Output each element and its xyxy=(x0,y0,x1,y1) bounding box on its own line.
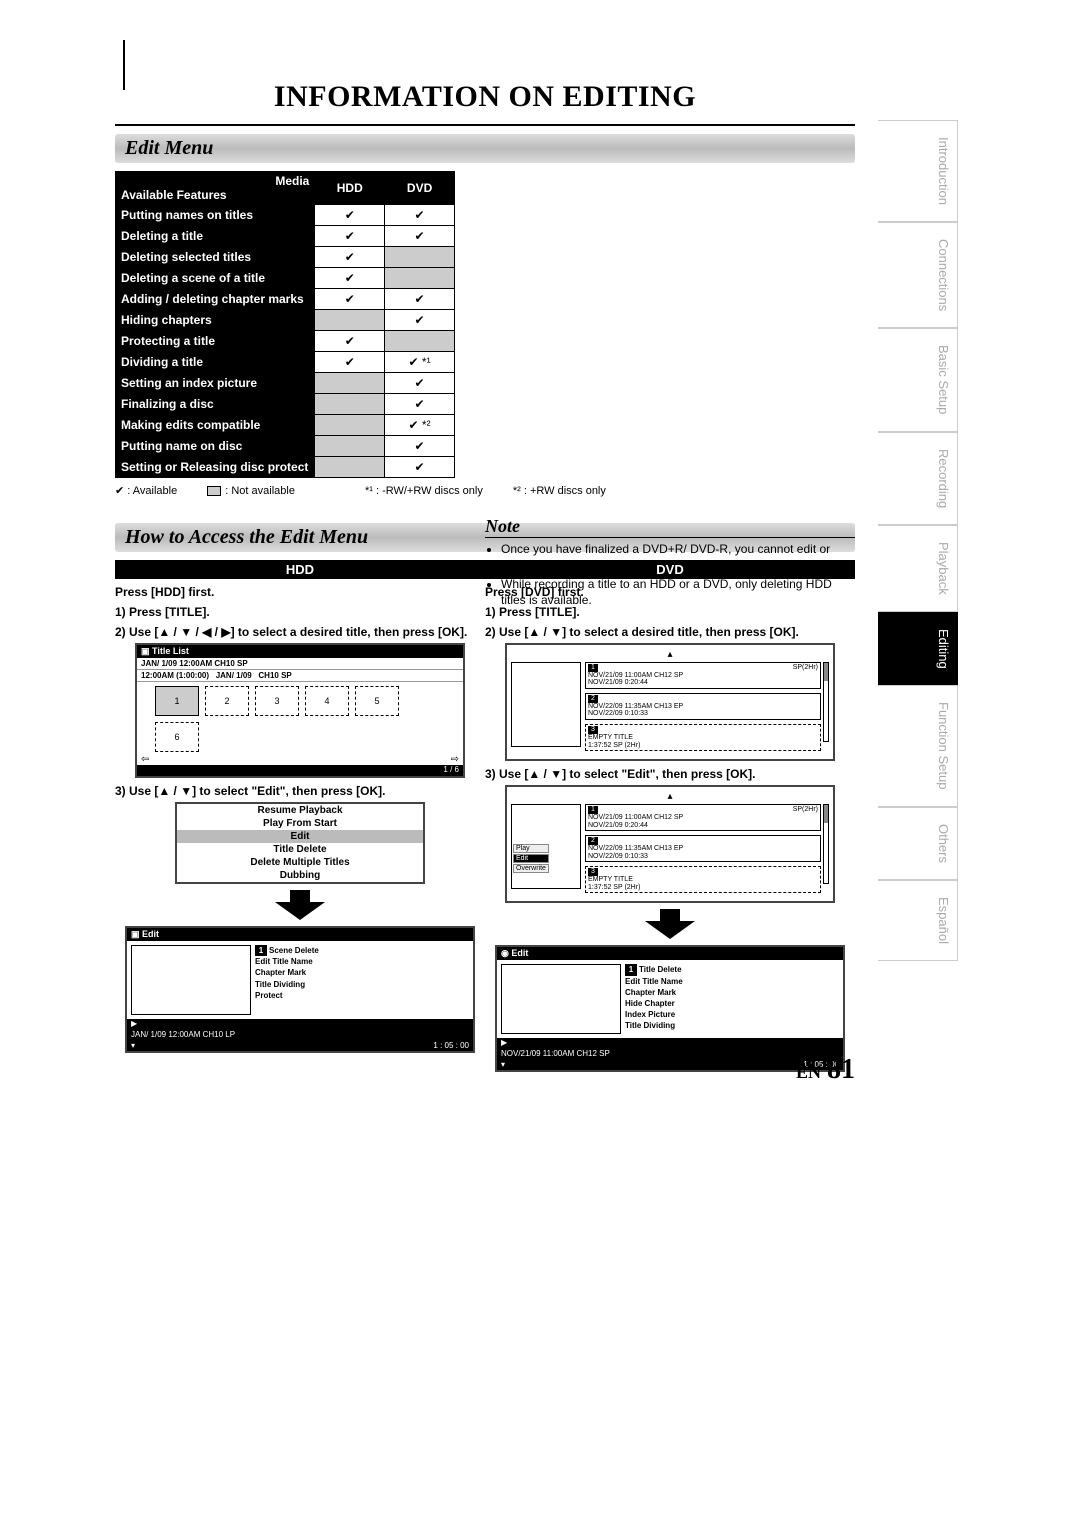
row-3: Deleting a scene of a title xyxy=(116,268,315,289)
side-tabs: Introduction Connections Basic Setup Rec… xyxy=(878,120,958,961)
dvd-titlelist-screen-2: ▴ Play Edit Overwrite 1SP(2Hr)NOV xyxy=(505,785,835,903)
row-2: Deleting selected titles xyxy=(116,247,315,268)
menu-dubbing[interactable]: Dubbing xyxy=(177,869,423,882)
thumb-3[interactable]: 3 xyxy=(255,686,299,716)
hdd-step3: 3) Use [▲ / ▼] to select "Edit", then pr… xyxy=(115,784,485,798)
dvd-tab-overwrite[interactable]: Overwrite xyxy=(513,864,549,873)
dvd-edit-screen: ◉ Edit 1Title Delete Edit Title Name Cha… xyxy=(495,945,845,1072)
pager: 1 / 6 xyxy=(137,765,463,776)
note-heading: Note xyxy=(485,516,855,538)
menu-title-delete[interactable]: Title Delete xyxy=(177,843,423,856)
note-item-2: While recording a title to an HDD or a D… xyxy=(501,577,855,608)
note-box: Note Once you have finalized a DVD+R/ DV… xyxy=(485,516,855,612)
section-edit-menu: Edit Menu xyxy=(115,134,855,163)
menu-play-from-start[interactable]: Play From Start xyxy=(177,817,423,830)
tab-espanol[interactable]: Español xyxy=(878,880,958,961)
thumb-5[interactable]: 5 xyxy=(355,686,399,716)
tab-introduction[interactable]: Introduction xyxy=(878,120,958,222)
legend: ✔ : Available : Not available *¹ : -RW/+… xyxy=(115,484,855,497)
row-8: Setting an index picture xyxy=(116,373,315,394)
hdd-head: HDD xyxy=(115,560,485,579)
hdd-popup-menu: Resume Playback Play From Start Edit Tit… xyxy=(175,802,425,884)
hdd-press-first: Press [HDD] first. xyxy=(115,585,485,599)
available-features-label: Available Features xyxy=(121,188,309,202)
menu-delete-multiple[interactable]: Delete Multiple Titles xyxy=(177,856,423,869)
row-9: Finalizing a disc xyxy=(116,394,315,415)
page-title: INFORMATION ON EDITING xyxy=(115,80,855,114)
dvd-tab-play[interactable]: Play xyxy=(513,844,549,853)
dvd-titlelist-screen: ▴ 1SP(2Hr)NOV/21/09 11:00AM CH12 SPNOV/2… xyxy=(505,643,835,761)
thumb-6[interactable]: 6 xyxy=(155,722,199,752)
row-10: Making edits compatible xyxy=(116,415,315,436)
tab-others[interactable]: Others xyxy=(878,807,958,880)
thumb-2[interactable]: 2 xyxy=(205,686,249,716)
down-arrow-icon xyxy=(115,890,485,920)
row-5: Hiding chapters xyxy=(116,310,315,331)
tab-editing[interactable]: Editing xyxy=(878,612,958,686)
page-footer: EN81 xyxy=(796,1054,855,1086)
row-1: Deleting a title xyxy=(116,226,315,247)
hdd-titlelist-screen: ▣ Title List JAN/ 1/09 12:00AM CH10 SP 1… xyxy=(135,643,465,778)
hdd-step1: 1) Press [TITLE]. xyxy=(115,605,485,619)
dvd-tab-edit[interactable]: Edit xyxy=(513,854,549,863)
thumb-1[interactable]: 1 xyxy=(155,686,199,716)
row-4: Adding / deleting chapter marks xyxy=(116,289,315,310)
dvd-column: DVD Press [DVD] first. 1) Press [TITLE].… xyxy=(485,560,855,1076)
note-item-1: Once you have finalized a DVD+R/ DVD-R, … xyxy=(501,542,855,573)
hdd-step2: 2) Use [▲ / ▼ / ◀ / ▶] to select a desir… xyxy=(115,625,485,639)
col-hdd: HDD xyxy=(315,172,385,205)
tab-function-setup[interactable]: Function Setup xyxy=(878,685,958,806)
hdd-column: HDD Press [HDD] first. 1) Press [TITLE].… xyxy=(115,560,485,1076)
row-0: Putting names on titles xyxy=(116,205,315,226)
tab-connections[interactable]: Connections xyxy=(878,222,958,328)
dvd-step2: 2) Use [▲ / ▼] to select a desired title… xyxy=(485,625,855,639)
row-11: Putting name on disc xyxy=(116,436,315,457)
tab-playback[interactable]: Playback xyxy=(878,525,958,612)
media-label: Media xyxy=(121,174,309,188)
row-7: Dividing a title xyxy=(116,352,315,373)
row-12: Setting or Releasing disc protect xyxy=(116,457,315,478)
feature-table: Media Available Features HDD DVD Putting… xyxy=(115,171,455,478)
menu-resume[interactable]: Resume Playback xyxy=(177,804,423,817)
tab-recording[interactable]: Recording xyxy=(878,432,958,525)
tab-basic-setup[interactable]: Basic Setup xyxy=(878,328,958,431)
menu-edit[interactable]: Edit xyxy=(177,830,423,843)
row-6: Protecting a title xyxy=(116,331,315,352)
dvd-step3: 3) Use [▲ / ▼] to select "Edit", then pr… xyxy=(485,767,855,781)
col-dvd: DVD xyxy=(385,172,455,205)
thumb-4[interactable]: 4 xyxy=(305,686,349,716)
down-arrow-icon xyxy=(485,909,855,939)
hdd-edit-screen: ▣ Edit 1Scene Delete Edit Title Name Cha… xyxy=(125,926,475,1053)
